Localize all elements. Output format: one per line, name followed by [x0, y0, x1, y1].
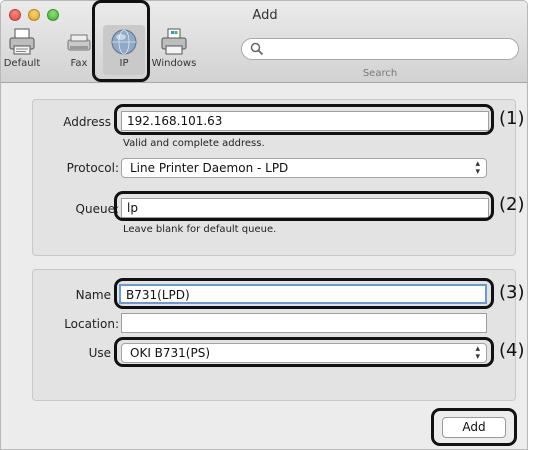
search-label: Search — [362, 68, 398, 79]
location-label: Location: — [64, 317, 119, 331]
toolbar-windows-label: Windows — [151, 58, 197, 69]
callout-number-2: (2) — [499, 194, 525, 215]
fax-icon — [67, 34, 91, 51]
popup-arrows-icon: ▴ ▾ — [475, 159, 480, 177]
protocol-select[interactable]: Line Printer Daemon - LPD ▴ ▾ — [121, 158, 487, 178]
queue-label: Queue: — [75, 202, 119, 216]
callout-number-4: (4) — [499, 340, 525, 361]
queue-hint: Leave blank for default queue. — [123, 224, 277, 235]
toolbar-windows-button[interactable]: Windows — [151, 27, 197, 69]
protocol-value: Line Printer Daemon - LPD — [130, 161, 289, 175]
location-field[interactable] — [121, 313, 487, 333]
queue-callout — [114, 191, 494, 221]
windows-printer-icon — [161, 28, 187, 55]
toolbar-default-label: Default — [3, 58, 41, 69]
name-label: Name — [75, 288, 111, 302]
toolbar-default-button[interactable]: Default — [1, 27, 43, 69]
name-callout — [114, 278, 494, 309]
callout-number-3: (3) — [499, 282, 525, 303]
ip-tab-callout — [92, 0, 150, 82]
protocol-label: Protocol: — [66, 161, 119, 175]
address-label: Address — [63, 115, 111, 129]
toolbar-fax-label: Fax — [70, 58, 88, 69]
address-callout — [114, 104, 494, 135]
address-hint: Valid and complete address. — [123, 138, 265, 149]
add-printer-window: Add Default Fax IP Windows Search Addres… — [0, 0, 528, 450]
use-label: Use — [88, 346, 111, 360]
add-button-callout — [431, 408, 517, 446]
callout-number-1: (1) — [499, 108, 525, 129]
printer-icon — [9, 28, 35, 55]
use-callout — [114, 337, 494, 367]
search-input[interactable] — [241, 38, 519, 60]
search-icon — [250, 42, 264, 56]
toolbar: Add Default Fax IP Windows Search — [1, 1, 527, 83]
window-title: Add — [252, 8, 278, 23]
toolbar-fax-button[interactable]: Fax — [63, 27, 95, 69]
